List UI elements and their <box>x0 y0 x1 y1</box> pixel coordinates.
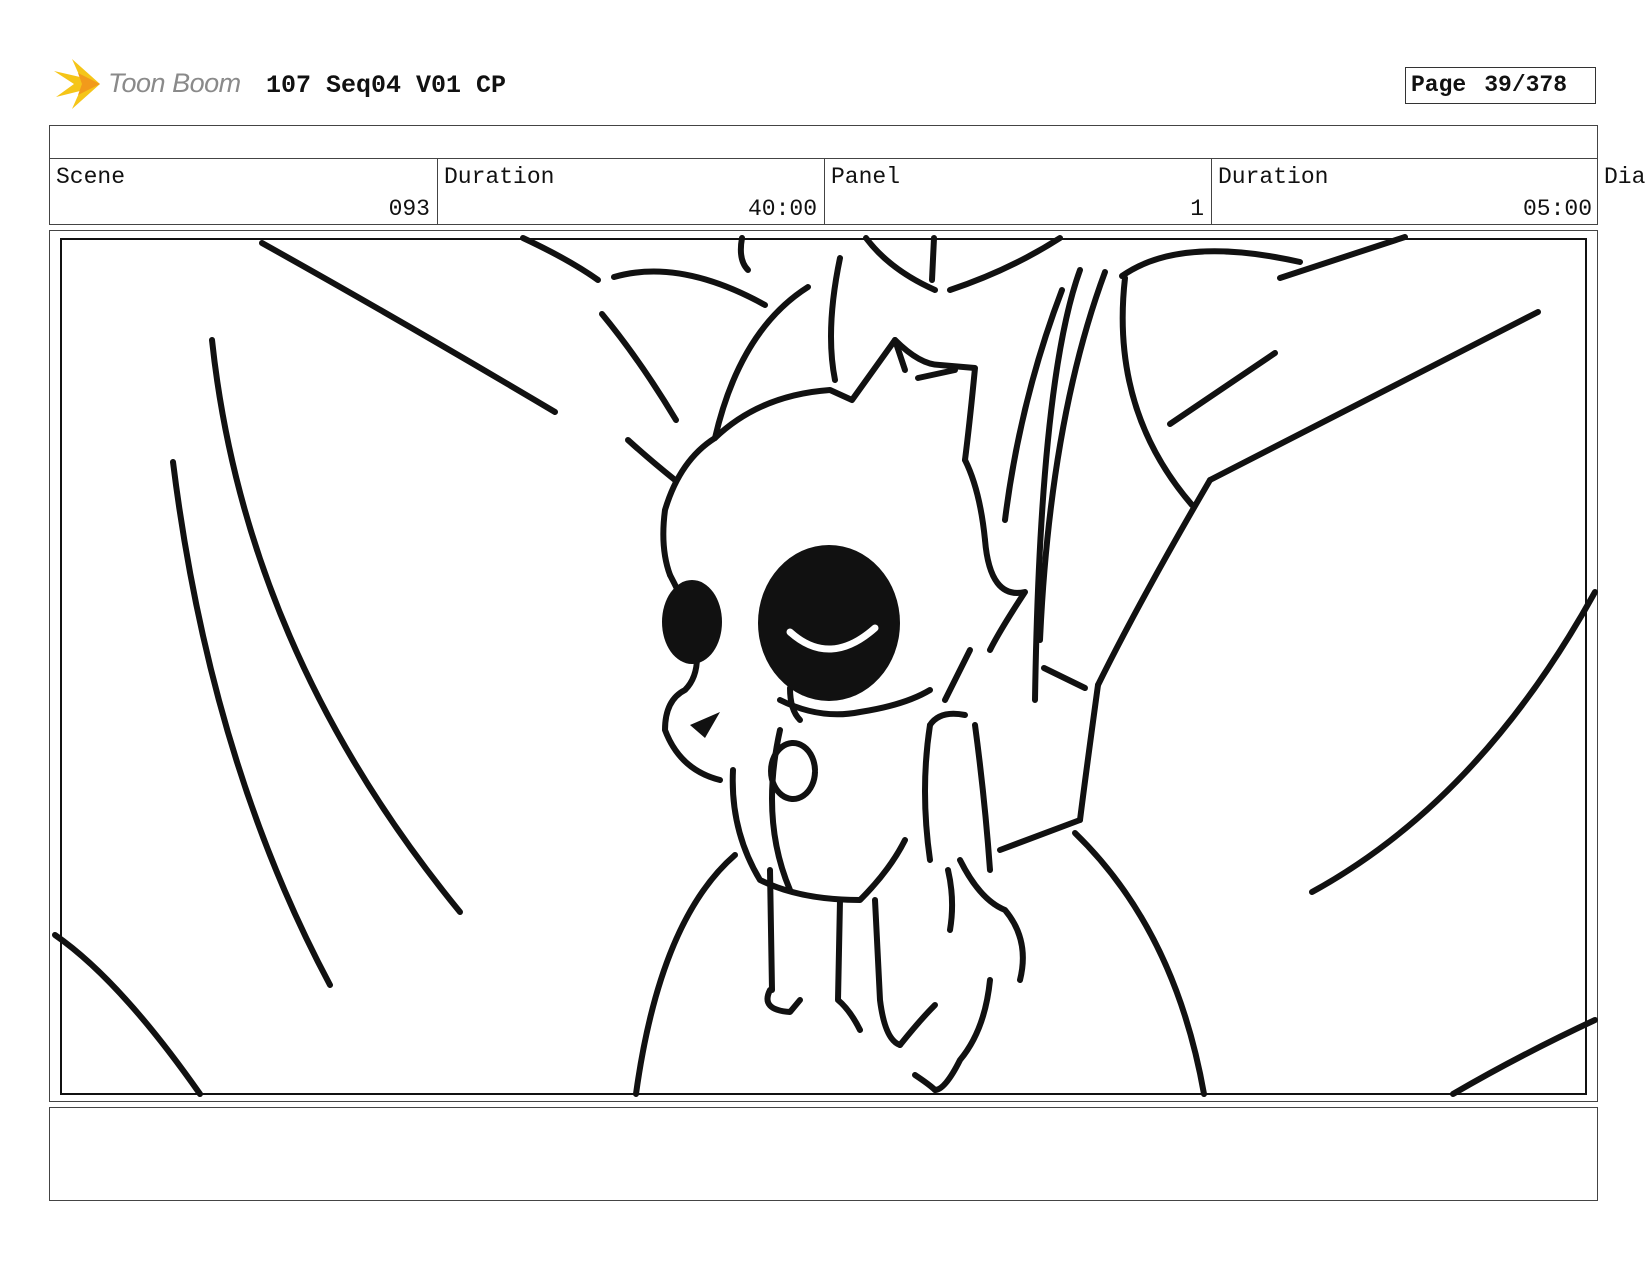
caption-box <box>49 1107 1598 1201</box>
storyboard-sketch <box>52 234 1598 1097</box>
